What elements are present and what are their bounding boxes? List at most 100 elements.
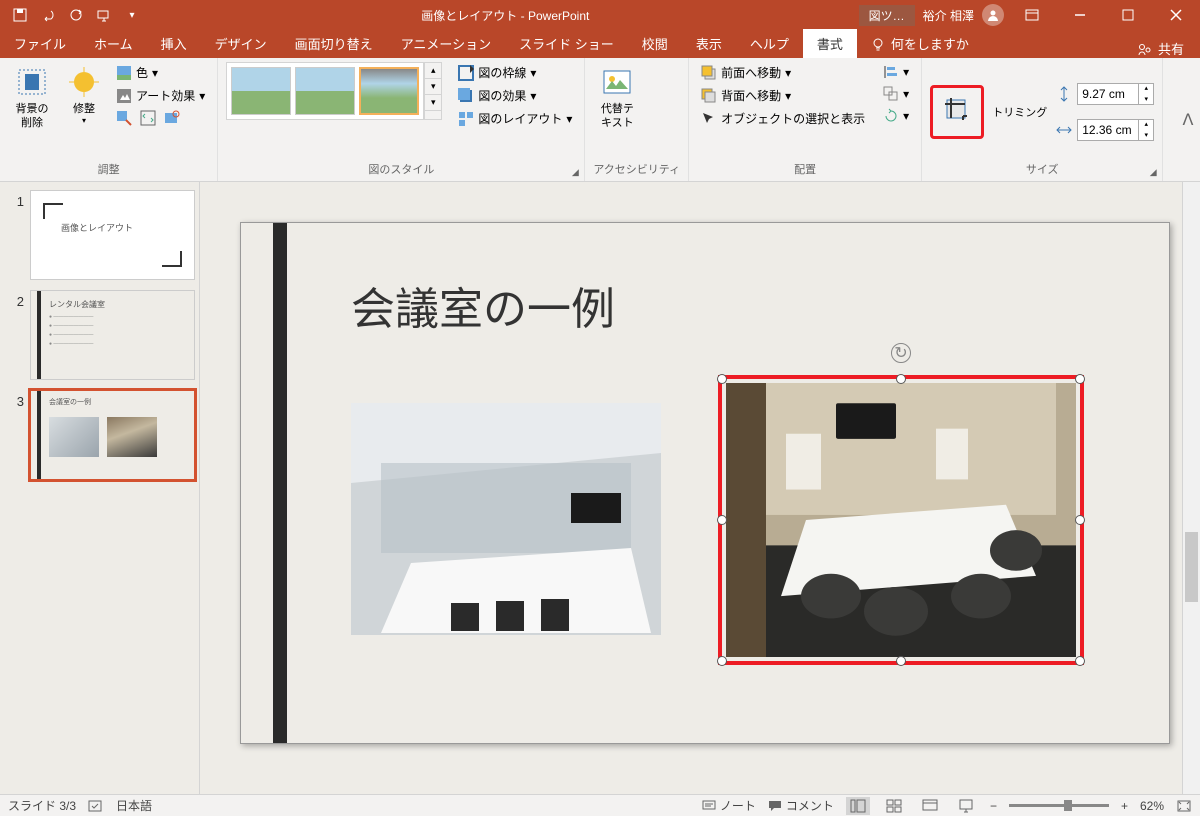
resize-handle-n[interactable] xyxy=(896,374,906,384)
slide-title: 会議室の一例 xyxy=(351,273,615,337)
color-icon xyxy=(116,65,132,81)
corrections-button[interactable]: 修整▾ xyxy=(60,62,108,131)
vertical-scrollbar[interactable] xyxy=(1182,182,1200,794)
group-adjust: 背景の 削除 修整▾ 色 ▾ アート効果 ▾ 調整 xyxy=(0,58,218,181)
picture-border-button[interactable]: 図の枠線 ▾ xyxy=(454,62,576,83)
tab-help[interactable]: ヘルプ xyxy=(736,29,803,58)
resize-handle-s[interactable] xyxy=(896,656,906,666)
style-preset-1[interactable] xyxy=(231,67,291,115)
resize-handle-sw[interactable] xyxy=(717,656,727,666)
tab-slideshow[interactable]: スライド ショー xyxy=(505,29,628,58)
selection-pane-button[interactable]: オブジェクトの選択と表示 xyxy=(697,108,869,129)
tab-format[interactable]: 書式 xyxy=(803,29,857,58)
artistic-effects-button[interactable]: アート効果 ▾ xyxy=(112,85,209,106)
height-down[interactable]: ▾ xyxy=(1139,94,1153,105)
picture-effects-button[interactable]: 図の効果 ▾ xyxy=(454,85,576,106)
zoom-level[interactable]: 62% xyxy=(1140,799,1164,813)
height-input[interactable]: ▴▾ xyxy=(1077,83,1154,105)
close-button[interactable] xyxy=(1156,0,1196,30)
maximize-button[interactable] xyxy=(1108,0,1148,30)
picture-layout-button[interactable]: 図のレイアウト ▾ xyxy=(454,108,576,129)
alt-text-button[interactable]: 代替テ キスト xyxy=(593,62,641,135)
slideshow-view-button[interactable] xyxy=(954,797,978,815)
resize-handle-e[interactable] xyxy=(1075,515,1085,525)
conference-room-image-2[interactable] xyxy=(726,383,1076,657)
language-indicator[interactable]: 日本語 xyxy=(116,797,152,814)
comments-button[interactable]: コメント xyxy=(768,797,834,814)
rotate-handle[interactable]: ↻ xyxy=(891,343,911,363)
group-button[interactable]: ▾ xyxy=(879,84,913,104)
tab-insert[interactable]: 挿入 xyxy=(147,29,201,58)
slide-thumbnail-1[interactable]: 画像とレイアウト xyxy=(30,190,195,280)
conference-room-image-1[interactable] xyxy=(351,403,661,635)
minimize-button[interactable] xyxy=(1060,0,1100,30)
start-from-beginning-button[interactable] xyxy=(92,3,116,27)
normal-view-button[interactable] xyxy=(846,797,870,815)
size-launcher[interactable]: ◢ xyxy=(1146,165,1160,179)
change-picture-icon[interactable] xyxy=(140,110,156,126)
slide-thumbnail-3[interactable]: 会議室の一例 xyxy=(30,390,195,480)
gallery-scroll: ▴▾▾ xyxy=(424,62,442,120)
style-preset-2[interactable] xyxy=(295,67,355,115)
compress-icon[interactable] xyxy=(116,110,132,126)
remove-bg-icon xyxy=(16,66,48,98)
rotate-button[interactable]: ▾ xyxy=(879,106,913,126)
picture-styles-gallery[interactable] xyxy=(226,62,424,120)
slide-indicator[interactable]: スライド 3/3 xyxy=(8,797,76,814)
reading-view-button[interactable] xyxy=(918,797,942,815)
corrections-icon xyxy=(68,66,100,98)
save-button[interactable] xyxy=(8,3,32,27)
slide-sorter-button[interactable] xyxy=(882,797,906,815)
tab-home[interactable]: ホーム xyxy=(80,29,147,58)
tab-view[interactable]: 表示 xyxy=(682,29,736,58)
zoom-slider[interactable] xyxy=(1009,804,1109,807)
width-up[interactable]: ▴ xyxy=(1139,119,1153,130)
height-up[interactable]: ▴ xyxy=(1139,83,1153,94)
width-input[interactable]: ▴▾ xyxy=(1077,119,1154,141)
resize-handle-nw[interactable] xyxy=(717,374,727,384)
notes-button[interactable]: ノート xyxy=(702,797,756,814)
zoom-out-button[interactable]: − xyxy=(990,799,997,813)
color-button[interactable]: 色 ▾ xyxy=(112,62,209,83)
gallery-more[interactable]: ▾ xyxy=(425,95,441,111)
tab-transitions[interactable]: 画面切り替え xyxy=(281,29,387,58)
style-preset-3[interactable] xyxy=(359,67,419,115)
group-adjust-label: 調整 xyxy=(8,161,209,179)
redo-button[interactable] xyxy=(64,3,88,27)
tab-design[interactable]: デザイン xyxy=(201,29,281,58)
share-button[interactable]: 共有 xyxy=(1158,39,1184,58)
qat-customize-button[interactable]: ▾ xyxy=(120,3,144,27)
resize-handle-w[interactable] xyxy=(717,515,727,525)
crop-label: トリミング xyxy=(992,104,1047,120)
align-icon xyxy=(883,64,899,80)
gallery-down[interactable]: ▾ xyxy=(425,79,441,95)
slide-canvas-area[interactable]: 会議室の一例 ↻ xyxy=(200,182,1200,794)
align-button[interactable]: ▾ xyxy=(879,62,913,82)
tab-file[interactable]: ファイル xyxy=(0,29,80,58)
send-backward-button[interactable]: 背面へ移動 ▾ xyxy=(697,85,869,106)
width-down[interactable]: ▾ xyxy=(1139,130,1153,141)
slide-thumbnail-2[interactable]: レンタル会議室 ● ――――――――● ――――――――● ――――――――● … xyxy=(30,290,195,380)
collapse-ribbon-button[interactable]: ᐱ xyxy=(1176,58,1200,181)
slide-thumbnail-panel: 1 画像とレイアウト 2 レンタル会議室 ● ――――――――● ―――――――… xyxy=(0,182,200,794)
tab-review[interactable]: 校閲 xyxy=(628,29,682,58)
fit-to-window-button[interactable] xyxy=(1176,799,1192,813)
ribbon-tabs: ファイル ホーム 挿入 デザイン 画面切り替え アニメーション スライド ショー… xyxy=(0,30,1200,58)
user-avatar[interactable] xyxy=(982,4,1004,26)
status-bar: スライド 3/3 日本語 ノート コメント − + 62% xyxy=(0,794,1200,816)
spell-check-icon[interactable] xyxy=(88,799,104,813)
remove-background-button[interactable]: 背景の 削除 xyxy=(8,62,56,135)
tell-me-search[interactable]: 何をしますか xyxy=(857,29,983,58)
ribbon-display-options[interactable] xyxy=(1012,0,1052,30)
gallery-up[interactable]: ▴ xyxy=(425,63,441,79)
resize-handle-ne[interactable] xyxy=(1075,374,1085,384)
undo-button[interactable] xyxy=(36,3,60,27)
tab-animations[interactable]: アニメーション xyxy=(387,29,505,58)
bring-forward-button[interactable]: 前面へ移動 ▾ xyxy=(697,62,869,83)
crop-button[interactable] xyxy=(935,90,979,134)
width-icon xyxy=(1055,121,1073,139)
styles-launcher[interactable]: ◢ xyxy=(568,165,582,179)
reset-picture-icon[interactable] xyxy=(164,110,180,126)
resize-handle-se[interactable] xyxy=(1075,656,1085,666)
zoom-in-button[interactable]: + xyxy=(1121,799,1128,813)
